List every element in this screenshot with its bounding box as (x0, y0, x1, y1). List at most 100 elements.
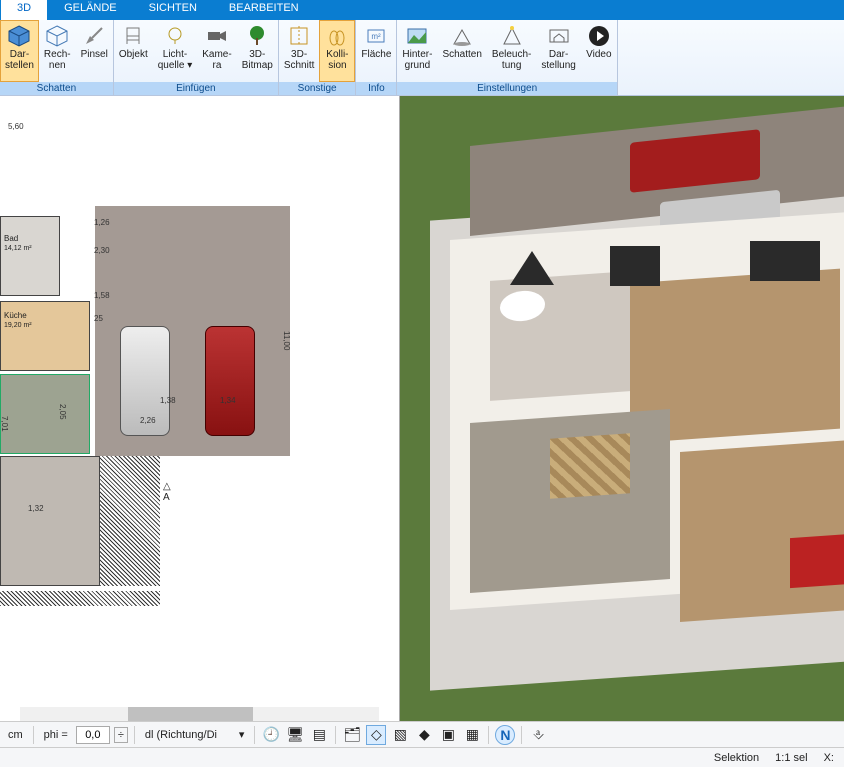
flaeche-label: Fläche (361, 49, 391, 60)
snap-object-icon[interactable]: ▣ (438, 725, 458, 745)
svg-text:m²: m² (372, 32, 382, 41)
3d-window-2 (750, 241, 820, 281)
hintergrund-button[interactable]: Hinter- grund (397, 20, 437, 82)
status-x: X: (824, 752, 834, 764)
video-button[interactable]: Video (581, 20, 617, 82)
lichtquelle-button[interactable]: Licht- quelle ▾ (153, 20, 198, 82)
clock-icon[interactable]: 🕘 (261, 725, 281, 745)
room-bad-label: Bad14,12 m² (4, 234, 32, 253)
schatten-button[interactable]: Schatten (437, 20, 486, 82)
rechnen-label: Rech- nen (44, 49, 71, 71)
group-info-label: Info (356, 82, 396, 95)
group-schatten-label: Schatten (0, 82, 113, 95)
bg-icon (404, 23, 430, 49)
3dschnitt-button[interactable]: 3D- Schnitt (279, 20, 320, 82)
car-red-2d (205, 326, 255, 436)
3d-view[interactable] (400, 96, 844, 721)
grid-icon[interactable]: ▦ (462, 725, 482, 745)
phi-label: phi = (40, 728, 72, 742)
screen-icon[interactable]: 🖥 (285, 725, 305, 745)
3d-gable (510, 251, 554, 285)
dim-3: 1,58 (94, 291, 110, 300)
tab-sichten[interactable]: SICHTEN (133, 0, 213, 20)
scrollthumb-2d[interactable] (128, 707, 254, 721)
chair-icon (120, 23, 146, 49)
objekt-button[interactable]: Objekt (114, 20, 153, 82)
dl-label: dl (Richtung/Di (141, 728, 231, 742)
kollision-button[interactable]: Kolli- sion (319, 20, 355, 82)
dim-5: 11,00 (282, 331, 291, 350)
hintergrund-label: Hinter- grund (402, 49, 432, 71)
statusbar: Selektion 1:1 sel X: (0, 747, 844, 767)
dim-8: 1,34 (220, 396, 236, 405)
kamera-label: Kame- ra (202, 49, 231, 71)
room-kueche-label: Küche19,20 m² (4, 311, 32, 330)
tab-3d[interactable]: 3D (0, 0, 48, 20)
beleuchtung-button[interactable]: Beleuch- tung (487, 20, 536, 82)
tab-gelaende[interactable]: GELÄNDE (48, 0, 133, 20)
3dbitmap-label: 3D- Bitmap (242, 49, 273, 71)
brush-icon (81, 23, 107, 49)
group-sonstige: 3D- Schnitt Kolli- sion Sonstige (279, 20, 357, 95)
diamond-icon[interactable]: ◆ (414, 725, 434, 745)
dim-2: 2,30 (94, 246, 110, 255)
bulb-icon (162, 23, 188, 49)
shadow-icon (449, 23, 475, 49)
3d-window-1 (610, 246, 660, 286)
darstellung-button[interactable]: Dar- stellung (536, 20, 580, 82)
group-einfuegen: Objekt Licht- quelle ▾ Kame- ra 3D- Bitm… (114, 20, 279, 95)
pinsel-label: Pinsel (81, 49, 108, 60)
group-einstellungen-label: Einstellungen (397, 82, 616, 95)
hedge (100, 456, 160, 586)
phi-step-button[interactable]: ÷ (114, 727, 128, 743)
room-living (0, 374, 90, 454)
floorplan: 5,60 Bad14,12 m² Küche19,20 m² (0, 116, 380, 656)
tree-icon (244, 23, 270, 49)
status-selektion: Selektion (714, 752, 759, 764)
dim-7: 1,38 (160, 396, 176, 405)
workspace: 5,60 Bad14,12 m² Küche19,20 m² (0, 96, 844, 721)
rechnen-button[interactable]: Rech- nen (39, 20, 76, 82)
bottom-toolbar: cm phi = ÷ dl (Richtung/Di ▾ 🕘 🖥 ▤ 🗂 ◇ ▧… (0, 721, 844, 747)
scrollbar-h-2d[interactable] (20, 707, 379, 721)
nord-icon[interactable]: N (495, 725, 515, 745)
dim-top: 5,60 (8, 122, 24, 131)
section-icon (286, 23, 312, 49)
3dschnitt-label: 3D- Schnitt (284, 49, 315, 71)
room-garage (0, 456, 100, 586)
flaeche-button[interactable]: m² Fläche (356, 20, 396, 82)
display-icon (546, 23, 572, 49)
snap-grid-icon[interactable]: ▧ (390, 725, 410, 745)
marker-icon[interactable]: ⎀ (528, 725, 548, 745)
dl-dropdown-icon[interactable]: ▾ (235, 727, 249, 742)
3d-stairs (550, 433, 630, 499)
unit-label: cm (4, 728, 27, 742)
collision-icon (324, 23, 350, 49)
status-scale: 1:1 sel (775, 752, 807, 764)
darstellung-label: Dar- stellung (541, 49, 575, 71)
dim-1: 1,26 (94, 218, 110, 227)
kollision-label: Kolli- sion (326, 49, 348, 71)
2d-view[interactable]: 5,60 Bad14,12 m² Küche19,20 m² (0, 96, 400, 721)
video-label: Video (586, 49, 611, 60)
3dbitmap-button[interactable]: 3D- Bitmap (237, 20, 278, 82)
tab-bearbeiten[interactable]: BEARBEITEN (213, 0, 315, 20)
phi-input[interactable] (76, 726, 110, 744)
hedge-bottom (0, 591, 160, 606)
group-einstellungen: Hinter- grund Schatten Beleuch- tung Dar… (397, 20, 617, 95)
room-bad (0, 216, 60, 296)
beleuchtung-label: Beleuch- tung (492, 49, 531, 71)
lichtquelle-label: Licht- quelle ▾ (158, 49, 193, 71)
dim-9: 2,05 (58, 404, 67, 420)
light-icon (499, 23, 525, 49)
darstellen-button[interactable]: Dar- stellen (0, 20, 39, 82)
snap-angle-icon[interactable]: ◇ (366, 725, 386, 745)
menubar-spacer (315, 0, 844, 20)
dim-10: 7,01 (0, 416, 9, 432)
layers-icon[interactable]: 🗂 (342, 725, 362, 745)
group-sonstige-label: Sonstige (279, 82, 356, 95)
pinsel-button[interactable]: Pinsel (76, 20, 113, 82)
stack-icon[interactable]: ▤ (309, 725, 329, 745)
kamera-button[interactable]: Kame- ra (197, 20, 236, 82)
schatten-label: Schatten (442, 49, 481, 60)
